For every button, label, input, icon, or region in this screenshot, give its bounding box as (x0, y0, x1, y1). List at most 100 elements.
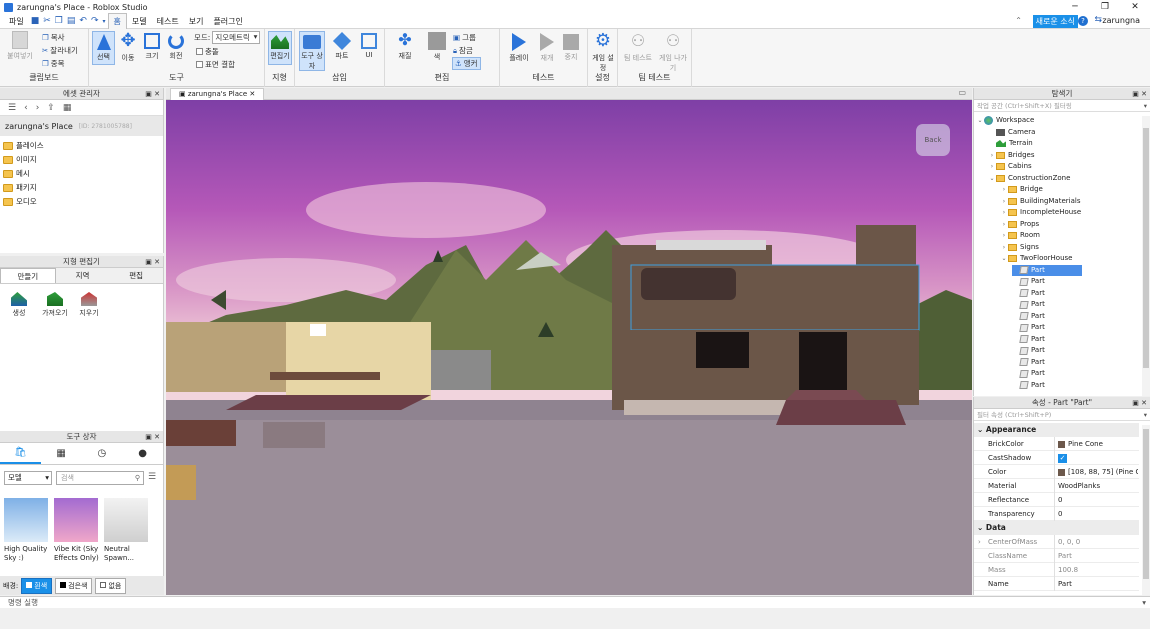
property-row[interactable]: Transparency 0 (974, 507, 1139, 521)
lock-button[interactable]: 🔒︎ 잠금 (453, 45, 473, 56)
collapse-ribbon-icon[interactable]: ⌃ (1015, 16, 1022, 25)
toolbox-item[interactable]: Neutral Spawn... (104, 498, 150, 570)
property-category[interactable]: ⌄ Data (974, 521, 1139, 535)
explorer-item[interactable]: › Room (1000, 230, 1040, 241)
ui-button[interactable]: UI (357, 31, 381, 59)
explorer-item[interactable]: Terrain (988, 138, 1033, 149)
stop-button[interactable]: 중지 (560, 31, 582, 62)
panel-close-icon[interactable]: ▣ ✕ (1132, 88, 1147, 100)
inventory-tab-icon[interactable]: ▦ (41, 443, 82, 464)
property-value[interactable]: WoodPlanks (1058, 479, 1138, 493)
explorer-item[interactable]: Part (1012, 264, 1082, 276)
explorer-item[interactable]: ⌄ TwoFloorHouse (1000, 253, 1072, 264)
part-button[interactable]: 파트 (329, 31, 355, 61)
chevron-right-icon[interactable]: › (988, 161, 996, 172)
explorer-item[interactable]: Camera (988, 127, 1035, 138)
join-surfaces-checkbox[interactable]: 표면 결합 (196, 59, 235, 70)
property-row[interactable]: › CenterOfMass 0, 0, 0 (974, 535, 1139, 549)
chevron-right-icon[interactable]: › (1000, 207, 1008, 218)
chevron-down-icon[interactable]: ⌄ (977, 523, 986, 532)
mode-dropdown[interactable]: 지오메트릭 ▾ (212, 31, 261, 44)
explorer-item[interactable]: Part (1012, 322, 1045, 333)
property-value[interactable]: ✓ (1058, 451, 1138, 465)
explorer-filter-input[interactable]: 작업 공간 (Ctrl+Shift+X) 필터링 ▾ (974, 100, 1150, 112)
explorer-scrollbar[interactable] (1142, 116, 1150, 396)
resume-button[interactable]: 재개 (536, 31, 558, 63)
explorer-item[interactable]: ⌄ ConstructionZone (988, 173, 1070, 184)
copy-quick-icon[interactable]: ❐ (53, 16, 65, 26)
panel-close-icon[interactable]: ▣ ✕ (145, 256, 160, 268)
explorer-item[interactable]: › IncompleteHouse (1000, 207, 1081, 218)
asset-folder-item[interactable]: 플레이스 (0, 139, 163, 153)
explorer-item[interactable]: Part (1012, 380, 1045, 391)
team-test-button[interactable]: ⚇ 팀 테스트 (622, 31, 654, 63)
play-button[interactable]: 플레이 (504, 31, 534, 63)
properties-filter-input[interactable]: 필터 속성 (Ctrl+Shift+P) ▾ (974, 409, 1150, 421)
menu-test[interactable]: 테스트 (152, 14, 184, 29)
panel-close-icon[interactable]: ▣ ✕ (145, 88, 160, 100)
menu-model[interactable]: 모델 (127, 14, 152, 29)
user-name[interactable]: zarungna (1102, 16, 1140, 25)
explorer-scroll-thumb[interactable] (1143, 128, 1149, 368)
copy-button[interactable]: ❐ 복사 (42, 32, 65, 43)
back-button[interactable]: Back (916, 124, 950, 156)
paste-button[interactable]: 붙여넣기 (4, 31, 36, 61)
creations-tab-icon[interactable]: ● (122, 443, 163, 464)
maximize-button[interactable]: ❐ (1090, 0, 1120, 14)
tab-create[interactable]: 만들기 (0, 268, 56, 283)
exit-game-button[interactable]: ⚇ 게임 나가기 (658, 31, 688, 73)
upload-icon[interactable]: ⇪ (47, 103, 55, 113)
redo-icon[interactable]: ↷ (89, 16, 101, 26)
asset-folder-item[interactable]: 이미지 (0, 153, 163, 167)
properties-scrollbar[interactable] (1142, 425, 1150, 595)
explorer-item[interactable]: › Cabins (988, 161, 1032, 172)
menu-icon[interactable]: ☰ (8, 103, 16, 113)
close-button[interactable]: ✕ (1120, 0, 1150, 14)
toolbox-item[interactable]: High Quality Sky :) (4, 498, 50, 570)
customize-quick-icon[interactable]: ▾ (100, 18, 107, 25)
checkbox-checked-icon[interactable]: ✓ (1058, 453, 1067, 463)
property-value[interactable]: Pine Cone (1058, 437, 1138, 451)
toolbox-button[interactable]: 도구 상자 (299, 31, 325, 71)
property-value[interactable]: [108, 88, 75] (Pine C... (1058, 465, 1138, 479)
group-button[interactable]: ▣ 그룹 (453, 32, 476, 43)
explorer-item[interactable]: › BuildingMaterials (1000, 196, 1080, 207)
viewport-tab[interactable]: ▣ zarungna's Place ✕ (170, 88, 265, 100)
chevron-down-icon[interactable]: ⌄ (977, 425, 986, 434)
search-input[interactable]: 검색 ⚲ (56, 471, 144, 485)
property-row[interactable]: Mass 100.8 (974, 563, 1139, 577)
grid-view-icon[interactable]: ▦ (63, 103, 72, 113)
command-bar[interactable]: 명령 실행 ▾ (0, 596, 1150, 608)
undo-icon[interactable]: ↶ (77, 16, 89, 26)
bg-none-button[interactable]: 없음 (95, 577, 127, 594)
properties-scroll-thumb[interactable] (1143, 429, 1149, 579)
explorer-item[interactable]: Part (1012, 311, 1045, 322)
tab-edit[interactable]: 편집 (109, 268, 164, 283)
asset-folder-item[interactable]: 메시 (0, 167, 163, 181)
anchor-button[interactable]: ⚓ 앵커 (452, 57, 481, 70)
asset-folder-item[interactable]: 오디오 (0, 195, 163, 209)
scale-tool-button[interactable]: 크기 (141, 31, 163, 61)
filter-icon[interactable]: ☰ (148, 472, 156, 482)
chevron-right-icon[interactable]: › (1000, 230, 1008, 241)
tab-region[interactable]: 지역 (55, 268, 110, 283)
news-button[interactable]: 새로운 소식 (1032, 15, 1078, 28)
property-row[interactable]: CastShadow ✓ (974, 451, 1139, 465)
back-arrow-icon[interactable]: ‹ (24, 103, 28, 113)
forward-arrow-icon[interactable]: › (36, 103, 40, 113)
property-row[interactable]: Name Part (974, 577, 1139, 591)
paste-quick-icon[interactable]: ▤ (65, 16, 78, 26)
game-settings-button[interactable]: ⚙ 게임 설정 (591, 31, 615, 73)
marketplace-tab-icon[interactable]: 🛍︎ (0, 443, 41, 464)
property-value[interactable]: 0, 0, 0 (1058, 535, 1138, 549)
minimize-button[interactable]: ─ (1060, 0, 1090, 14)
rotate-tool-button[interactable]: 회전 (165, 31, 187, 61)
property-value[interactable]: 0 (1058, 493, 1138, 507)
chevron-right-icon[interactable]: › (1000, 184, 1008, 195)
explorer-item[interactable]: › Signs (1000, 242, 1039, 253)
save-quick-icon[interactable]: ■ (29, 16, 42, 26)
explorer-item[interactable]: Part (1012, 334, 1045, 345)
collisions-checkbox[interactable]: 충돌 (196, 46, 219, 57)
property-value[interactable]: 100.8 (1058, 563, 1138, 577)
recent-tab-icon[interactable]: ◷ (82, 443, 123, 464)
